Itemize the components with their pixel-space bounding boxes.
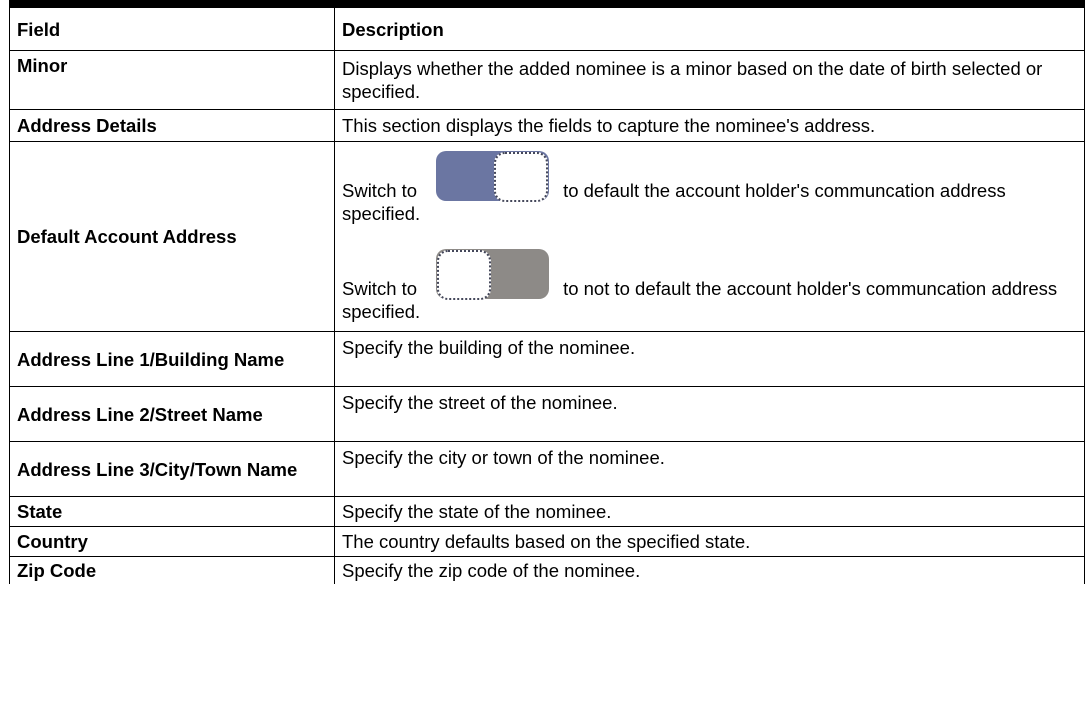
header-description: Description xyxy=(334,0,1085,51)
field-description: Displays whether the added nominee is a … xyxy=(334,50,1085,110)
table-row: Address Line 1/Building Name Specify the… xyxy=(9,331,1085,387)
switch-on-description: Switch to to default the account holder's… xyxy=(342,150,1077,225)
switch-on-prefix: Switch to xyxy=(342,179,418,201)
toggle-on-icon xyxy=(436,150,550,202)
field-description-table: Field Description Minor Displays whether… xyxy=(9,0,1085,584)
table-row: Address Details This section displays th… xyxy=(9,109,1085,142)
table-row: Country The country defaults based on th… xyxy=(9,526,1085,557)
field-description: Specify the state of the nominee. xyxy=(334,496,1085,527)
toggle-knob xyxy=(494,151,549,202)
table-row: Default Account Address Switch to to defa… xyxy=(9,141,1085,332)
table-header-row: Field Description xyxy=(9,0,1085,51)
table-row: Zip Code Specify the zip code of the nom… xyxy=(9,556,1085,584)
table-row: State Specify the state of the nominee. xyxy=(9,496,1085,527)
switch-off-description: Switch to to not to default the account h… xyxy=(342,248,1077,323)
field-description: Specify the city or town of the nominee. xyxy=(334,441,1085,497)
field-name: Address Line 3/City/Town Name xyxy=(9,441,335,497)
field-description: Specify the building of the nominee. xyxy=(334,331,1085,387)
toggle-knob xyxy=(437,249,492,300)
field-name: Country xyxy=(9,526,335,557)
toggle-off-icon xyxy=(436,248,550,300)
field-name: State xyxy=(9,496,335,527)
field-name: Default Account Address xyxy=(9,141,335,332)
field-name: Address Line 1/Building Name xyxy=(9,331,335,387)
field-description: The country defaults based on the specif… xyxy=(334,526,1085,557)
header-field: Field xyxy=(9,0,335,51)
table-row: Address Line 2/Street Name Specify the s… xyxy=(9,386,1085,442)
field-name: Zip Code xyxy=(9,556,335,584)
field-description: Specify the zip code of the nominee. xyxy=(334,556,1085,584)
field-name: Minor xyxy=(9,50,335,110)
table-row: Address Line 3/City/Town Name Specify th… xyxy=(9,441,1085,497)
field-description: This section displays the fields to capt… xyxy=(334,109,1085,142)
field-name: Address Details xyxy=(9,109,335,142)
switch-off-prefix: Switch to xyxy=(342,277,418,299)
table-row: Minor Displays whether the added nominee… xyxy=(9,50,1085,110)
field-name: Address Line 2/Street Name xyxy=(9,386,335,442)
field-description: Specify the street of the nominee. xyxy=(334,386,1085,442)
field-description: Switch to to default the account holder's… xyxy=(334,141,1085,332)
